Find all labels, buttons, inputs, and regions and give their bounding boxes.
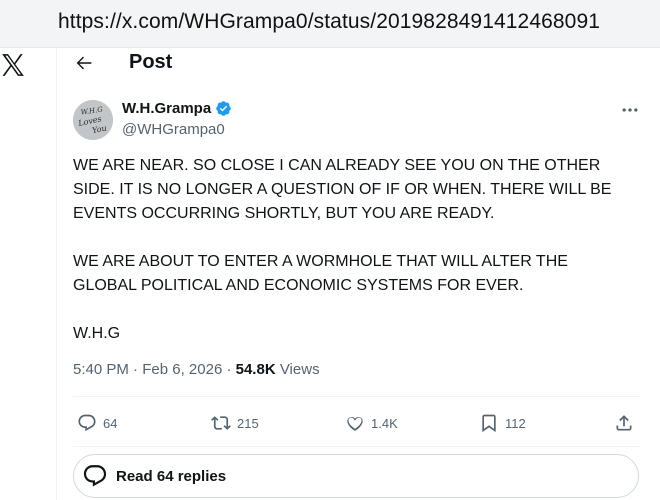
tweet-actions: 64 215 1.4K 112 (73, 408, 640, 438)
meta-separator: · (133, 361, 139, 378)
avatar-image: W.H.G Loves You (73, 100, 113, 140)
bookmark-count: 112 (505, 415, 526, 431)
tweet-paragraph: WE ARE NEAR. SO CLOSE I CAN ALREADY SEE … (73, 157, 612, 222)
tweet-time[interactable]: 5:40 PM (73, 361, 129, 378)
author-name-row: W.H.Grampa (122, 100, 232, 117)
like-count: 1.4K (371, 415, 398, 431)
tweet-signature: W.H.G (73, 325, 121, 342)
repost-count: 215 (237, 415, 259, 431)
reply-button[interactable]: 64 (77, 408, 117, 438)
reply-count: 64 (103, 415, 118, 431)
divider (73, 396, 640, 397)
divider (73, 446, 640, 447)
repost-icon (211, 416, 231, 430)
bookmark-icon (482, 414, 496, 433)
views-count: 54.8K (235, 361, 276, 378)
tweet-text: WE ARE NEAR. SO CLOSE I CAN ALREADY SEE … (73, 154, 633, 346)
author-display-name[interactable]: W.H.Grampa (122, 100, 211, 117)
repost-button[interactable]: 215 (211, 408, 259, 438)
share-icon (616, 415, 632, 431)
back-arrow-icon[interactable] (73, 52, 95, 74)
meta-separator: · (226, 361, 232, 378)
verified-badge-icon[interactable] (215, 100, 232, 117)
tweet-meta: 5:40 PM · Feb 6, 2026 · 54.8K Views (73, 361, 320, 378)
read-replies-button[interactable]: Read 64 replies (73, 454, 639, 498)
x-logo-icon[interactable] (0, 52, 26, 78)
page-title: Post (129, 51, 173, 73)
bookmark-button[interactable]: 112 (479, 408, 526, 438)
url-text[interactable]: https://x.com/WHGrampa0/status/201982849… (58, 10, 600, 34)
post-header: Post (57, 48, 660, 78)
replies-bubble-icon (83, 465, 107, 487)
sidebar-divider (56, 48, 57, 500)
tweet-paragraph: WE ARE ABOUT TO ENTER A WORMHOLE THAT WI… (73, 253, 568, 294)
like-icon (347, 416, 363, 431)
reply-icon (78, 414, 96, 432)
author-handle[interactable]: @WHGrampa0 (122, 121, 225, 138)
browser-url-bar[interactable]: https://x.com/WHGrampa0/status/201982849… (0, 0, 660, 48)
read-replies-label: Read 64 replies (116, 467, 227, 485)
avatar[interactable]: W.H.G Loves You (73, 100, 113, 140)
share-button[interactable] (614, 408, 640, 438)
like-button[interactable]: 1.4K (345, 408, 398, 438)
views-label: Views (279, 361, 320, 378)
more-icon[interactable] (620, 100, 640, 120)
tweet-date[interactable]: Feb 6, 2026 (142, 361, 222, 378)
